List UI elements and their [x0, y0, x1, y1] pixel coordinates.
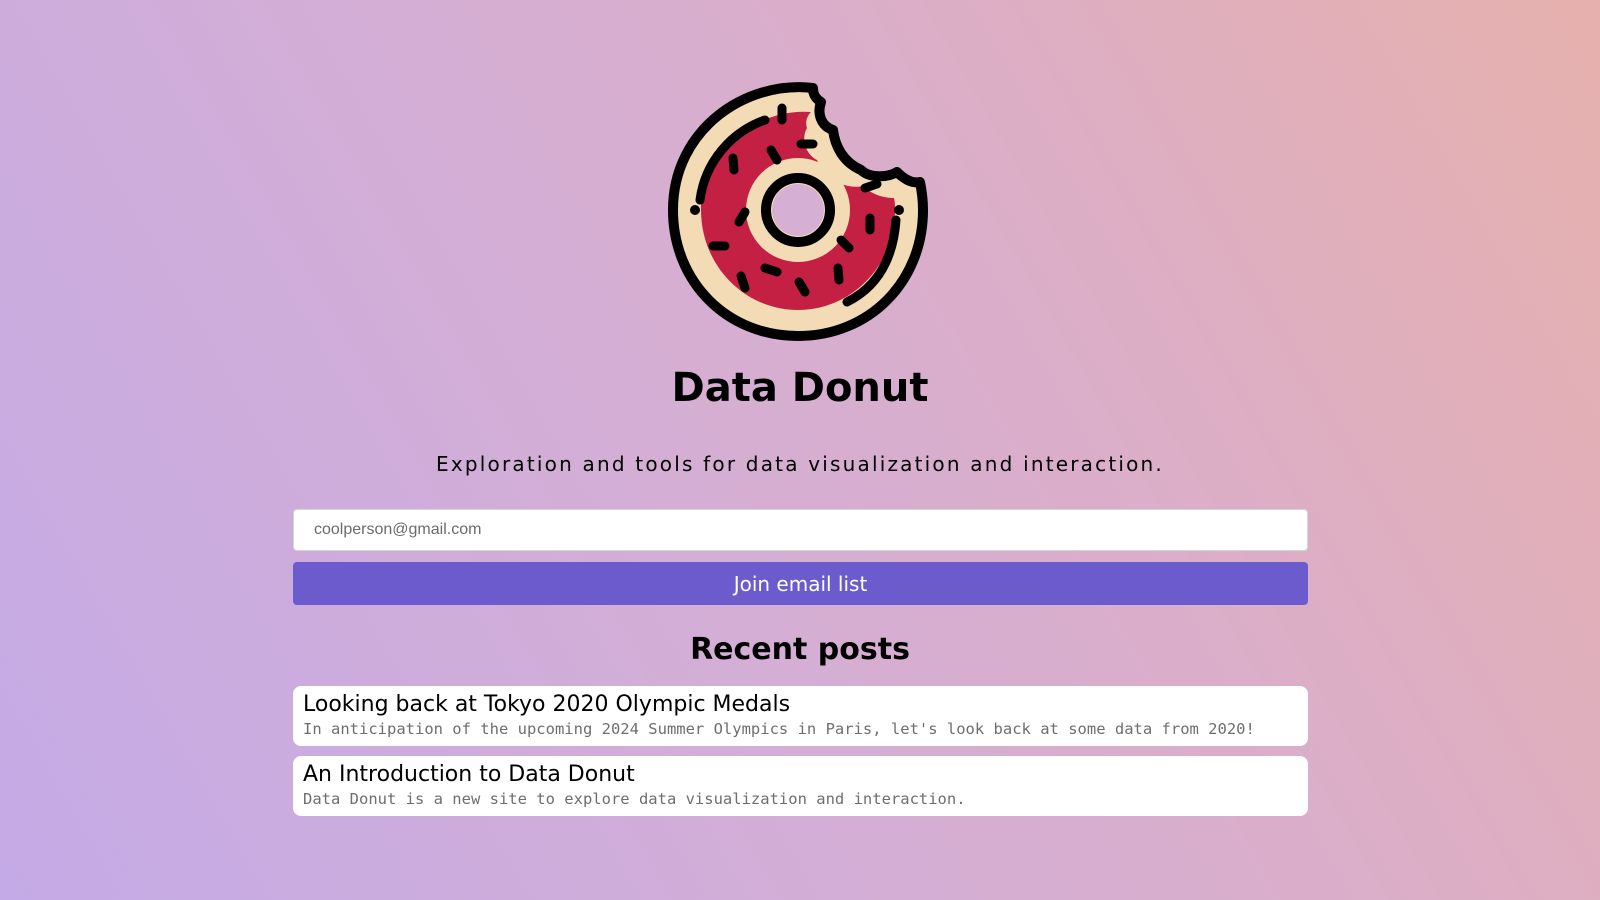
donut-icon: [665, 82, 935, 342]
recent-posts-list: Looking back at Tokyo 2020 Olympic Medal…: [293, 686, 1308, 826]
landing-page: Data Donut Exploration and tools for dat…: [0, 0, 1600, 900]
site-tagline: Exploration and tools for data visualiza…: [436, 452, 1164, 476]
post-description: In anticipation of the upcoming 2024 Sum…: [303, 720, 1255, 738]
post-title[interactable]: An Introduction to Data Donut: [303, 761, 1298, 788]
email-input[interactable]: [293, 509, 1308, 551]
post-card-intro-data-donut[interactable]: An Introduction to Data Donut Data Donut…: [293, 756, 1308, 816]
post-card-tokyo-olympics[interactable]: Looking back at Tokyo 2020 Olympic Medal…: [293, 686, 1308, 746]
join-email-list-button[interactable]: Join email list: [293, 562, 1308, 605]
recent-posts-heading: Recent posts: [690, 632, 910, 667]
site-title: Data Donut: [671, 365, 929, 411]
post-title[interactable]: Looking back at Tokyo 2020 Olympic Medal…: [303, 691, 1298, 718]
post-description: Data Donut is a new site to explore data…: [303, 790, 966, 808]
